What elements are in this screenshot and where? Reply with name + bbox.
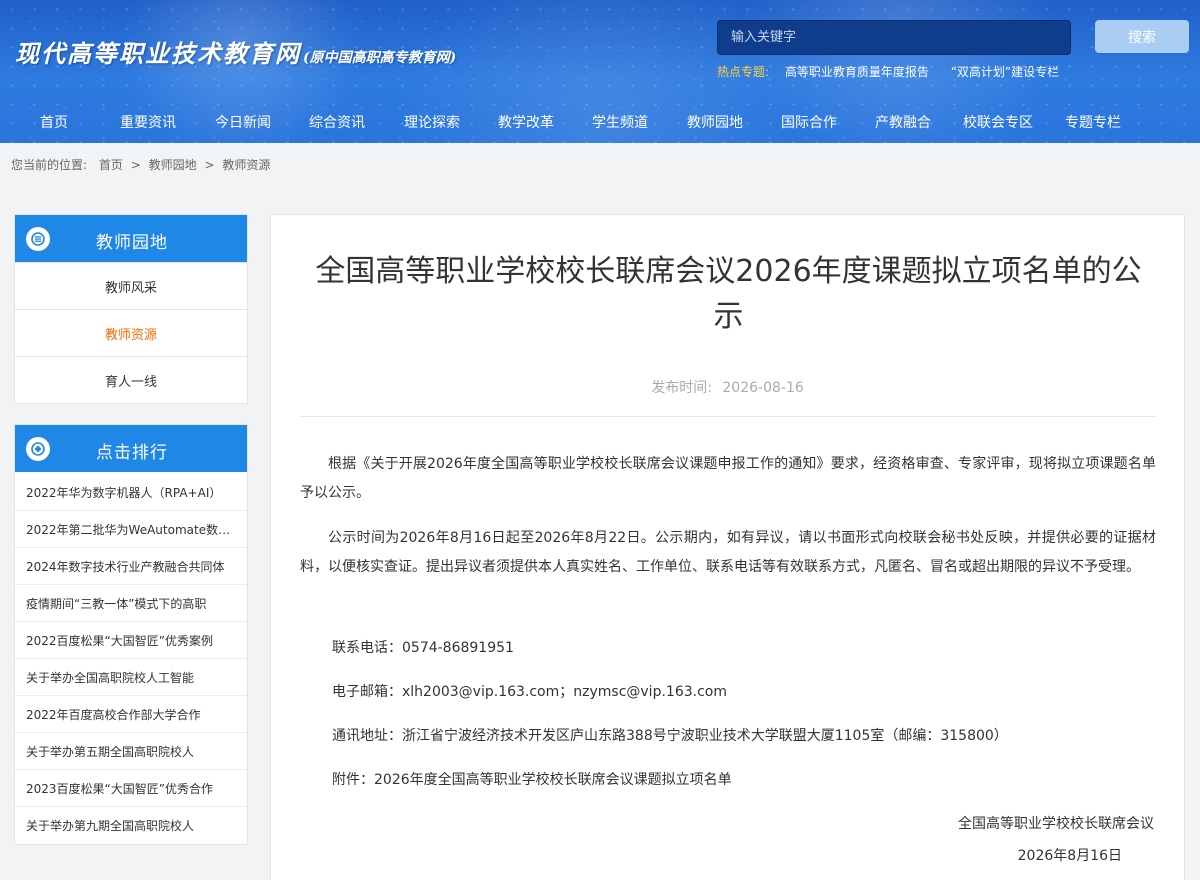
sidebar-section-header: 教师园地: [15, 215, 247, 262]
nav-item-teaching[interactable]: 教学改革: [498, 112, 554, 132]
publish-time: 发布时间: 2026-08-16: [271, 377, 1184, 397]
hot-topics-label: 热点专题:: [717, 65, 770, 79]
ranking-item-text: 2022年第二批华为WeAutomate数字机器人: [26, 522, 236, 537]
nav-item-general[interactable]: 综合资讯: [309, 112, 365, 132]
search-button[interactable]: 搜索: [1095, 20, 1189, 53]
nav-item-today-news[interactable]: 今日新闻: [215, 112, 271, 132]
nav-item-home[interactable]: 首页: [40, 112, 68, 132]
ranking-item-text: 2022年华为数字机器人（RPA+AI）: [26, 485, 222, 500]
hot-topics-bar: 热点专题: 高等职业教育质量年度报告 “双高计划”建设专栏: [717, 63, 1059, 80]
attachment-link[interactable]: 附件：2026年度全国高等职业学校校长联席会议课题拟立项名单: [332, 769, 732, 789]
ranking-item[interactable]: 2022年第二批华为WeAutomate数字机器人: [15, 511, 247, 548]
ranking-item-text: 2024年数字技术行业产教融合共同体: [26, 559, 225, 574]
ranking-list: 2022年华为数字机器人（RPA+AI） 2022年第二批华为WeAutomat…: [15, 472, 247, 844]
breadcrumb-teachers[interactable]: 教师园地: [149, 158, 197, 172]
hot-topic-link-double-high[interactable]: “双高计划”建设专栏: [951, 65, 1059, 79]
ranking-item[interactable]: 2023百度松果“大国智匠”优秀合作: [15, 770, 247, 807]
publish-time-value: 2026-08-16: [722, 380, 804, 396]
title-divider: [300, 416, 1156, 417]
nav-item-teachers[interactable]: 教师园地: [687, 112, 743, 132]
contact-phone: 联系电话：0574-86891951: [332, 640, 514, 656]
logo-sub-text: (原中国高职高专教育网): [303, 50, 457, 66]
breadcrumb-home[interactable]: 首页: [99, 158, 123, 172]
ranking-item[interactable]: 2022年华为数字机器人（RPA+AI）: [15, 474, 247, 511]
breadcrumb-resources[interactable]: 教师资源: [222, 158, 270, 172]
nav-item-students[interactable]: 学生频道: [592, 112, 648, 132]
signature-organization: 全国高等职业学校校长联席会议: [958, 816, 1154, 832]
main-nav: 首页 重要资讯 今日新闻 综合资讯 理论探索 教学改革 学生频道 教师园地 国际…: [0, 100, 1200, 140]
ranking-item[interactable]: 关于举办全国高职院校人工智能: [15, 659, 247, 696]
breadcrumb-prefix: 您当前的位置:: [11, 158, 88, 172]
contact-address: 通讯地址：浙江省宁波经济技术开发区庐山东路388号宁波职业技术大学联盟大厦110…: [332, 728, 1008, 744]
ranking-item-text: 2023百度松果“大国智匠”优秀合作: [26, 781, 213, 796]
site-header: 现代高等职业技术教育网(原中国高职高专教育网) 搜索 热点专题: 高等职业教育质…: [0, 0, 1200, 143]
nav-item-specials[interactable]: 专题专栏: [1065, 112, 1121, 132]
ranking-item[interactable]: 2024年数字技术行业产教融合共同体: [15, 548, 247, 585]
ranking-icon: [26, 437, 50, 461]
sidebar-section-menu: 教师园地 教师风采 教师资源 育人一线: [14, 214, 248, 404]
site-logo[interactable]: 现代高等职业技术教育网 (原中国高职高专教育网): [15, 34, 456, 68]
breadcrumb: 您当前的位置: 首页 > 教师园地 > 教师资源: [11, 156, 270, 173]
nav-item-theory[interactable]: 理论探索: [404, 112, 460, 132]
ranking-item-text: 关于举办全国高职院校人工智能: [26, 670, 195, 685]
article-panel: 全国高等职业学校校长联席会议2026年度课题拟立项名单的公示 发布时间: 202…: [270, 214, 1185, 880]
breadcrumb-separator: >: [130, 158, 141, 172]
article-paragraph-intro: 根据《关于开展2026年度全国高等职业学校校长联席会议课题申报工作的通知》要求，…: [300, 456, 1156, 501]
logo-main-text: 现代高等职业技术教育网: [15, 39, 301, 68]
ranking-item-text: 2022百度松果“大国智匠”优秀案例: [26, 633, 213, 648]
sidebar-ranking: 点击排行 2022年华为数字机器人（RPA+AI） 2022年第二批华为WeAu…: [14, 424, 248, 845]
nav-item-industry[interactable]: 产教融合: [875, 112, 931, 132]
nav-item-alliance[interactable]: 校联会专区: [963, 112, 1033, 132]
nav-item-important[interactable]: 重要资讯: [120, 112, 176, 132]
ranking-item-text: 关于举办第五期全国高职院校人: [26, 744, 195, 759]
ranking-header: 点击排行: [15, 425, 247, 472]
signature-date: 2026年8月16日: [1017, 848, 1122, 864]
list-menu-icon: [26, 227, 50, 251]
nav-item-international[interactable]: 国际合作: [781, 112, 837, 132]
search-input[interactable]: [717, 20, 1071, 55]
ranking-title: 点击排行: [96, 443, 168, 463]
sidebar-item-teacher-resources[interactable]: 教师资源: [15, 309, 247, 356]
sidebar-section-title: 教师园地: [96, 233, 168, 253]
sidebar-item-frontline[interactable]: 育人一线: [15, 356, 247, 403]
ranking-item[interactable]: 关于举办第五期全国高职院校人: [15, 733, 247, 770]
ranking-item-text: 关于举办第九期全国高职院校人: [26, 819, 195, 833]
breadcrumb-separator: >: [204, 158, 215, 172]
hot-topic-link-quality-report[interactable]: 高等职业教育质量年度报告: [785, 65, 929, 79]
article-title: 全国高等职业学校校长联席会议2026年度课题拟立项名单的公示: [315, 254, 1142, 334]
ranking-item[interactable]: 2022年百度高校合作部大学合作: [15, 696, 247, 733]
article-paragraph-notice: 公示时间为2026年8月16日起至2026年8月22日。公示期内，如有异议，请以…: [300, 530, 1156, 575]
ranking-item[interactable]: 关于举办第九期全国高职院校人: [15, 807, 247, 844]
ranking-item[interactable]: 疫情期间“三教一体”模式下的高职: [15, 585, 247, 622]
publish-time-label: 发布时间:: [651, 380, 712, 396]
ranking-item-text: 2022年百度高校合作部大学合作: [26, 707, 201, 722]
contact-email: 电子邮箱：xlh2003@vip.163.com；nzymsc@vip.163.…: [332, 684, 727, 700]
ranking-item[interactable]: 2022百度松果“大国智匠”优秀案例: [15, 622, 247, 659]
sidebar-item-teacher-style[interactable]: 教师风采: [15, 262, 247, 309]
ranking-item-text: 疫情期间“三教一体”模式下的高职: [26, 596, 207, 611]
